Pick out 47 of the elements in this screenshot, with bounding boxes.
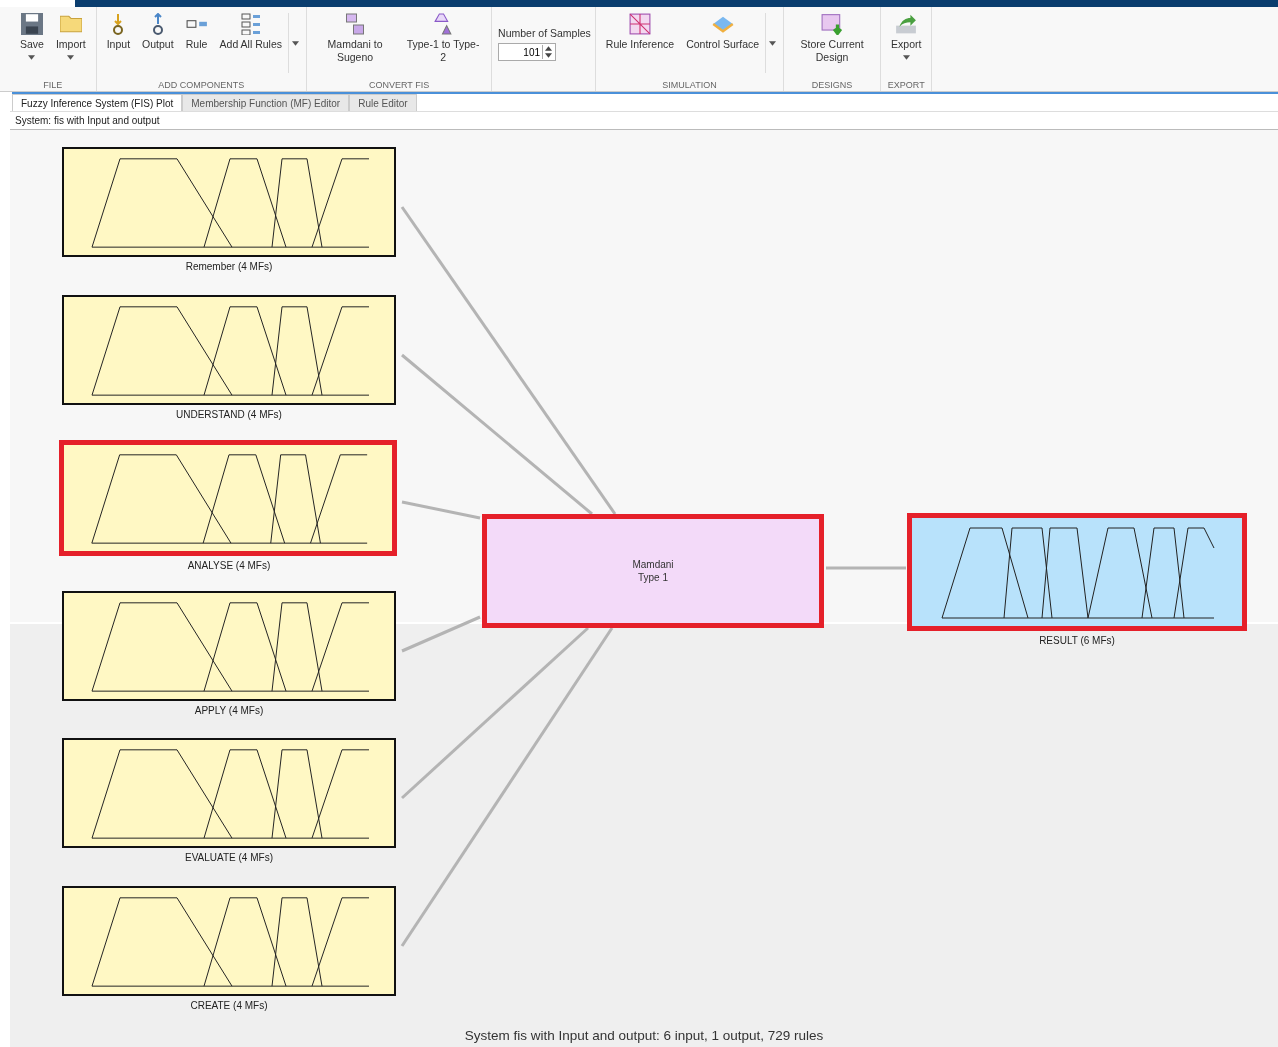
toolbar-button[interactable]: Control Surface	[680, 13, 766, 51]
output-label: RESULT (6 MFs)	[1039, 635, 1115, 646]
rules-icon	[239, 13, 262, 35]
download-icon	[821, 13, 844, 35]
toolbar-button[interactable]: Input	[100, 13, 137, 51]
caret-icon	[292, 40, 300, 46]
up-arrow-icon[interactable]	[545, 46, 553, 51]
folder-icon	[59, 13, 82, 35]
group-label: EXPORT	[886, 80, 926, 91]
convert-icon	[344, 13, 367, 35]
samples-label: Number of Samples	[498, 27, 591, 39]
tab[interactable]: Rule Editor	[349, 94, 417, 111]
input-label: UNDERSTAND (4 MFs)	[176, 409, 282, 420]
input-label: EVALUATE (4 MFs)	[185, 852, 273, 863]
toolbar-button[interactable]: Rule	[179, 13, 214, 51]
system-label: System: fis with Input and output	[15, 115, 160, 126]
toolbar-button[interactable]: Output	[136, 13, 180, 51]
engine-label: Type 1	[638, 571, 668, 584]
toolbar-button[interactable]: Add All Rules	[213, 13, 289, 51]
down-arrow-icon[interactable]	[545, 53, 553, 58]
group-label: ADD COMPONENTS	[157, 80, 246, 91]
status-text: System fis with Input and output: 6 input, 1 output, 729 rules	[463, 1028, 825, 1043]
toolbar-button[interactable]: Type-1 to Type-2	[399, 13, 488, 64]
engine-label: Mamdani	[632, 558, 674, 571]
input-label: ANALYSE (4 MFs)	[187, 560, 271, 571]
toolbar-button[interactable]: Rule Inference	[599, 13, 681, 51]
export-icon	[895, 13, 918, 35]
tab[interactable]: Membership Function (MF) Editor	[182, 94, 350, 111]
grid-plot-icon	[629, 13, 651, 35]
engine-node[interactable]: Mamdani Type 1	[482, 514, 824, 628]
triangles-icon	[432, 13, 455, 35]
samples-field[interactable]: 101	[498, 43, 557, 61]
input-label: Remember (4 MFs)	[185, 261, 273, 272]
toolbar-button[interactable]: Export	[885, 13, 928, 60]
caret-icon	[769, 40, 777, 46]
toolbar-button[interactable]: Store Current Design	[788, 13, 877, 64]
group-label: CONVERT FIS	[367, 80, 431, 91]
toolbar-button[interactable]: Mamdani to Sugeno	[311, 13, 400, 64]
tab[interactable]: Fuzzy Inference System (FIS) Plot	[12, 94, 183, 111]
group-label: DESIGNS	[810, 80, 854, 91]
group-label: FILE	[42, 80, 64, 91]
save-icon	[20, 13, 43, 35]
toolbar-button[interactable]: Save	[14, 13, 50, 60]
toolbar-button[interactable]: Import	[49, 13, 92, 60]
input-label: CREATE (4 MFs)	[190, 1000, 268, 1011]
input-label: APPLY (4 MFs)	[194, 705, 264, 716]
group-label: SIMULATION	[661, 80, 718, 91]
